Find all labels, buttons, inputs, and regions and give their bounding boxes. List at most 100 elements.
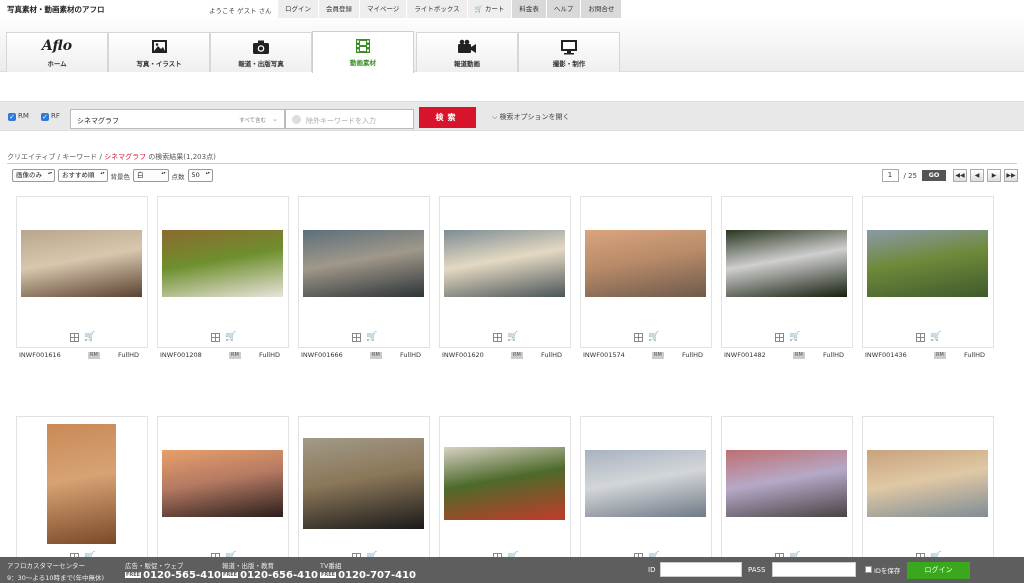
result-card[interactable]: 🛒 bbox=[16, 416, 148, 568]
video-thumbnail[interactable] bbox=[867, 450, 988, 517]
camera-icon bbox=[253, 40, 269, 54]
nav-mypage[interactable]: マイページ bbox=[359, 0, 407, 18]
card-actions: 🛒 bbox=[634, 332, 660, 342]
video-thumbnail[interactable] bbox=[47, 424, 116, 544]
search-options-label: 検索オプションを開く bbox=[499, 113, 570, 121]
result-id[interactable]: INWF001208 bbox=[160, 351, 202, 359]
bg-color-select[interactable]: 白 bbox=[133, 169, 169, 182]
result-card[interactable]: 🛒 bbox=[439, 196, 571, 348]
tab-photo-illustration[interactable]: 写真・イラスト bbox=[108, 32, 210, 72]
video-thumbnail[interactable] bbox=[303, 438, 424, 529]
nav-register[interactable]: 会員登録 bbox=[318, 0, 359, 18]
result-card[interactable]: 🛒 bbox=[721, 196, 853, 348]
search-options-toggle[interactable]: ⌵ 検索オプションを開く bbox=[492, 112, 570, 122]
cart-icon[interactable]: 🛒 bbox=[507, 332, 518, 342]
video-thumbnail[interactable] bbox=[444, 447, 565, 520]
site-title[interactable]: 写真素材・動画素材のアフロ bbox=[7, 4, 105, 15]
keyword-value: シネマグラフ bbox=[77, 117, 119, 125]
nav-login[interactable]: ログイン bbox=[277, 0, 318, 18]
next-page-icon[interactable]: ▶ bbox=[987, 169, 1001, 182]
cart-icon[interactable]: 🛒 bbox=[789, 332, 800, 342]
dept-ad: 広告・販促・ウェブ bbox=[125, 562, 184, 570]
sort-select[interactable]: おすすめ順 bbox=[58, 169, 108, 182]
breadcrumb-creative[interactable]: クリエイティブ bbox=[7, 153, 55, 161]
result-card[interactable]: 🛒 bbox=[721, 416, 853, 568]
lightbox-icon[interactable] bbox=[634, 333, 643, 342]
result-card[interactable]: 🛒 bbox=[580, 196, 712, 348]
keyword-input[interactable]: シネマグラフ すべて含む ⌄ bbox=[70, 109, 285, 129]
tel-tv: FREE 0120-707-410 bbox=[320, 570, 416, 581]
cart-icon[interactable]: 🛒 bbox=[84, 332, 95, 342]
cart-icon[interactable]: 🛒 bbox=[648, 332, 659, 342]
result-card[interactable]: 🛒 bbox=[862, 196, 994, 348]
cart-icon[interactable]: 🛒 bbox=[225, 332, 236, 342]
match-mode-select[interactable]: すべて含む bbox=[239, 116, 266, 124]
result-card[interactable]: 🛒 bbox=[157, 416, 289, 568]
video-thumbnail[interactable] bbox=[867, 230, 988, 297]
lightbox-icon[interactable] bbox=[775, 333, 784, 342]
exclude-keyword-input[interactable]: 除外キーワードを入力 bbox=[285, 109, 414, 129]
result-card[interactable]: 🛒 bbox=[298, 416, 430, 568]
tab-shooting-production[interactable]: 撮影・制作 bbox=[518, 32, 620, 72]
result-card[interactable]: 🛒 bbox=[580, 416, 712, 568]
nav-cart[interactable]: 🛒 カート bbox=[466, 0, 512, 18]
result-id[interactable]: INWF001436 bbox=[865, 351, 907, 359]
result-card[interactable]: 🛒 bbox=[157, 196, 289, 348]
result-id[interactable]: INWF001666 bbox=[301, 351, 343, 359]
quality-label: FullHD bbox=[682, 351, 704, 359]
tab-news-photo[interactable]: 報道・出版写真 bbox=[210, 32, 312, 72]
license-badge: RM bbox=[370, 352, 382, 359]
nav-pricing[interactable]: 料金表 bbox=[511, 0, 546, 18]
tab-news-video[interactable]: 報道動画 bbox=[416, 32, 518, 72]
page-input[interactable]: 1 bbox=[881, 169, 899, 182]
video-thumbnail[interactable] bbox=[162, 230, 283, 297]
save-id-checkbox[interactable] bbox=[865, 566, 872, 573]
video-thumbnail[interactable] bbox=[21, 230, 142, 297]
tab-label: 報道動画 bbox=[454, 60, 480, 68]
first-page-icon[interactable]: ◀◀ bbox=[953, 169, 967, 182]
result-card[interactable]: 🛒 bbox=[862, 416, 994, 568]
tel-news: FREE 0120-656-410 bbox=[222, 570, 318, 581]
video-thumbnail[interactable] bbox=[726, 450, 847, 517]
result-id[interactable]: INWF001574 bbox=[583, 351, 625, 359]
rf-checkbox[interactable]: ✓ bbox=[41, 113, 49, 121]
rm-checkbox[interactable]: ✓ bbox=[8, 113, 16, 121]
go-button[interactable]: GO bbox=[922, 170, 946, 181]
nav-lightbox[interactable]: ライトボックス bbox=[406, 0, 467, 18]
cart-icon[interactable]: 🛒 bbox=[930, 332, 941, 342]
lightbox-icon[interactable] bbox=[916, 333, 925, 342]
search-button[interactable]: 検索 bbox=[419, 107, 476, 128]
video-thumbnail[interactable] bbox=[726, 230, 847, 297]
lightbox-icon[interactable] bbox=[352, 333, 361, 342]
result-meta: INWF001574 RM FullHD bbox=[581, 351, 713, 361]
breadcrumb-keyword[interactable]: キーワード bbox=[62, 153, 97, 161]
lightbox-icon[interactable] bbox=[211, 333, 220, 342]
last-page-icon[interactable]: ▶▶ bbox=[1004, 169, 1018, 182]
result-card[interactable]: 🛒 bbox=[439, 416, 571, 568]
exclude-placeholder: 除外キーワードを入力 bbox=[306, 117, 376, 125]
tab-video-stock[interactable]: 動画素材 bbox=[312, 31, 414, 73]
pass-input[interactable] bbox=[772, 562, 856, 577]
result-id[interactable]: INWF001482 bbox=[724, 351, 766, 359]
video-thumbnail[interactable] bbox=[444, 230, 565, 297]
nav-help[interactable]: ヘルプ bbox=[545, 0, 581, 18]
prev-page-icon[interactable]: ◀ bbox=[970, 169, 984, 182]
id-input[interactable] bbox=[660, 562, 742, 577]
login-button[interactable]: ログイン bbox=[907, 562, 970, 579]
tab-home[interactable]: Aflo ホーム bbox=[6, 32, 108, 72]
result-id[interactable]: INWF001616 bbox=[19, 351, 61, 359]
cart-icon[interactable]: 🛒 bbox=[366, 332, 377, 342]
lightbox-icon[interactable] bbox=[70, 333, 79, 342]
video-thumbnail[interactable] bbox=[162, 450, 283, 517]
type-select[interactable]: 画像のみ bbox=[12, 169, 55, 182]
lightbox-icon[interactable] bbox=[493, 333, 502, 342]
nav-contact[interactable]: お問合せ bbox=[580, 0, 622, 18]
video-thumbnail[interactable] bbox=[585, 450, 706, 517]
chevron-down-icon[interactable]: ⌄ bbox=[272, 115, 278, 123]
result-id[interactable]: INWF001620 bbox=[442, 351, 484, 359]
result-card[interactable]: 🛒 bbox=[16, 196, 148, 348]
result-card[interactable]: 🛒 bbox=[298, 196, 430, 348]
video-thumbnail[interactable] bbox=[585, 230, 706, 297]
video-thumbnail[interactable] bbox=[303, 230, 424, 297]
count-select[interactable]: 50 bbox=[187, 169, 213, 182]
